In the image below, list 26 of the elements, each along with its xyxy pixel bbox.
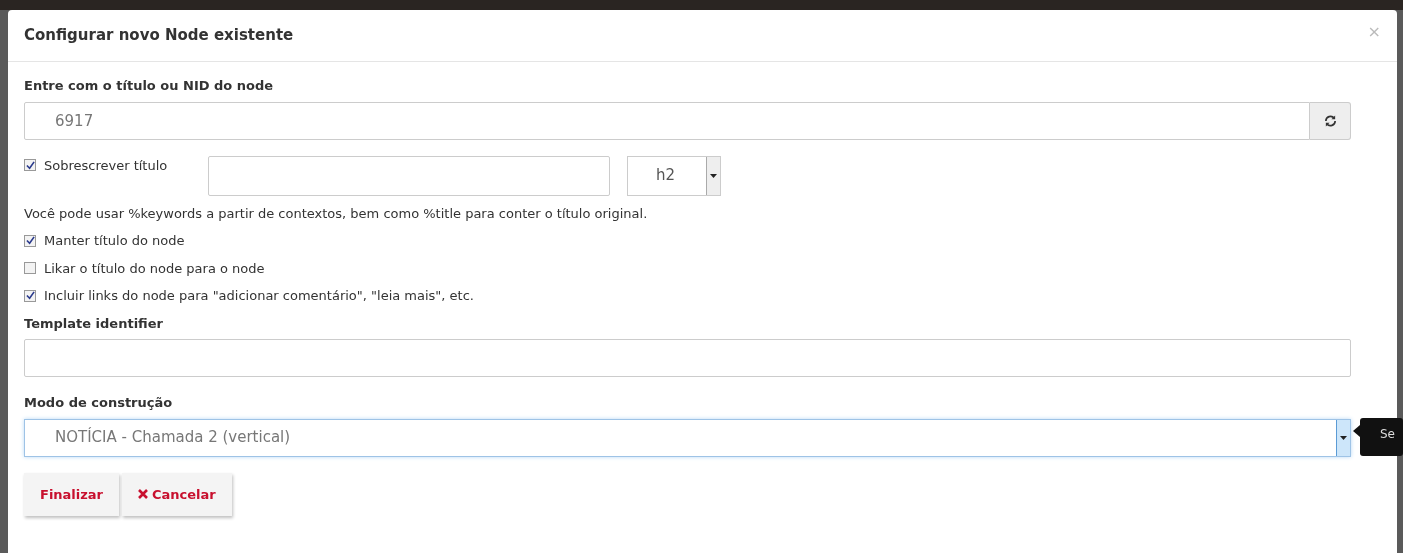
checkbox-label: Likar o título do node para o node	[44, 259, 265, 278]
button[interactable]: Cancelar	[122, 472, 232, 516]
refresh-icon	[1323, 114, 1337, 127]
build-mode-select[interactable]: NOTÍCIA - Chamada 2 (vertical)	[24, 418, 1351, 457]
refresh-button[interactable]	[1310, 101, 1351, 140]
template-input-field[interactable]	[24, 339, 1351, 377]
checkbox-label: Incluir links do node para "adicionar comentário", "leia mais", etc.	[44, 287, 474, 305]
tooltip: Se	[1360, 418, 1403, 456]
checkbox[interactable]	[24, 289, 36, 302]
node-input-field[interactable]: 6917	[24, 101, 1311, 140]
help-text: Você pode usar %keywords a partir de contextos, bem como %title para conter o título original.	[24, 204, 649, 223]
heading-select[interactable]: h2	[627, 155, 721, 196]
field-label: Entre com o título ou NID do node	[24, 77, 275, 95]
title-input-field[interactable]	[208, 155, 610, 196]
caret-icon	[706, 156, 720, 195]
checkbox[interactable]	[24, 262, 36, 275]
modal-title: Configurar novo Node existente	[24, 25, 294, 47]
close-icon	[138, 489, 149, 500]
field-label: Template identifier	[24, 314, 164, 333]
checkbox[interactable]	[24, 159, 36, 172]
button[interactable]: Finalizar	[24, 472, 120, 516]
caret-icon	[1336, 419, 1350, 456]
checkbox-label: Sobrescrever título	[44, 156, 168, 175]
checkbox-label: Manter título do node	[44, 232, 185, 250]
checkbox[interactable]	[24, 234, 36, 247]
field-label: Modo de construção	[24, 394, 174, 412]
